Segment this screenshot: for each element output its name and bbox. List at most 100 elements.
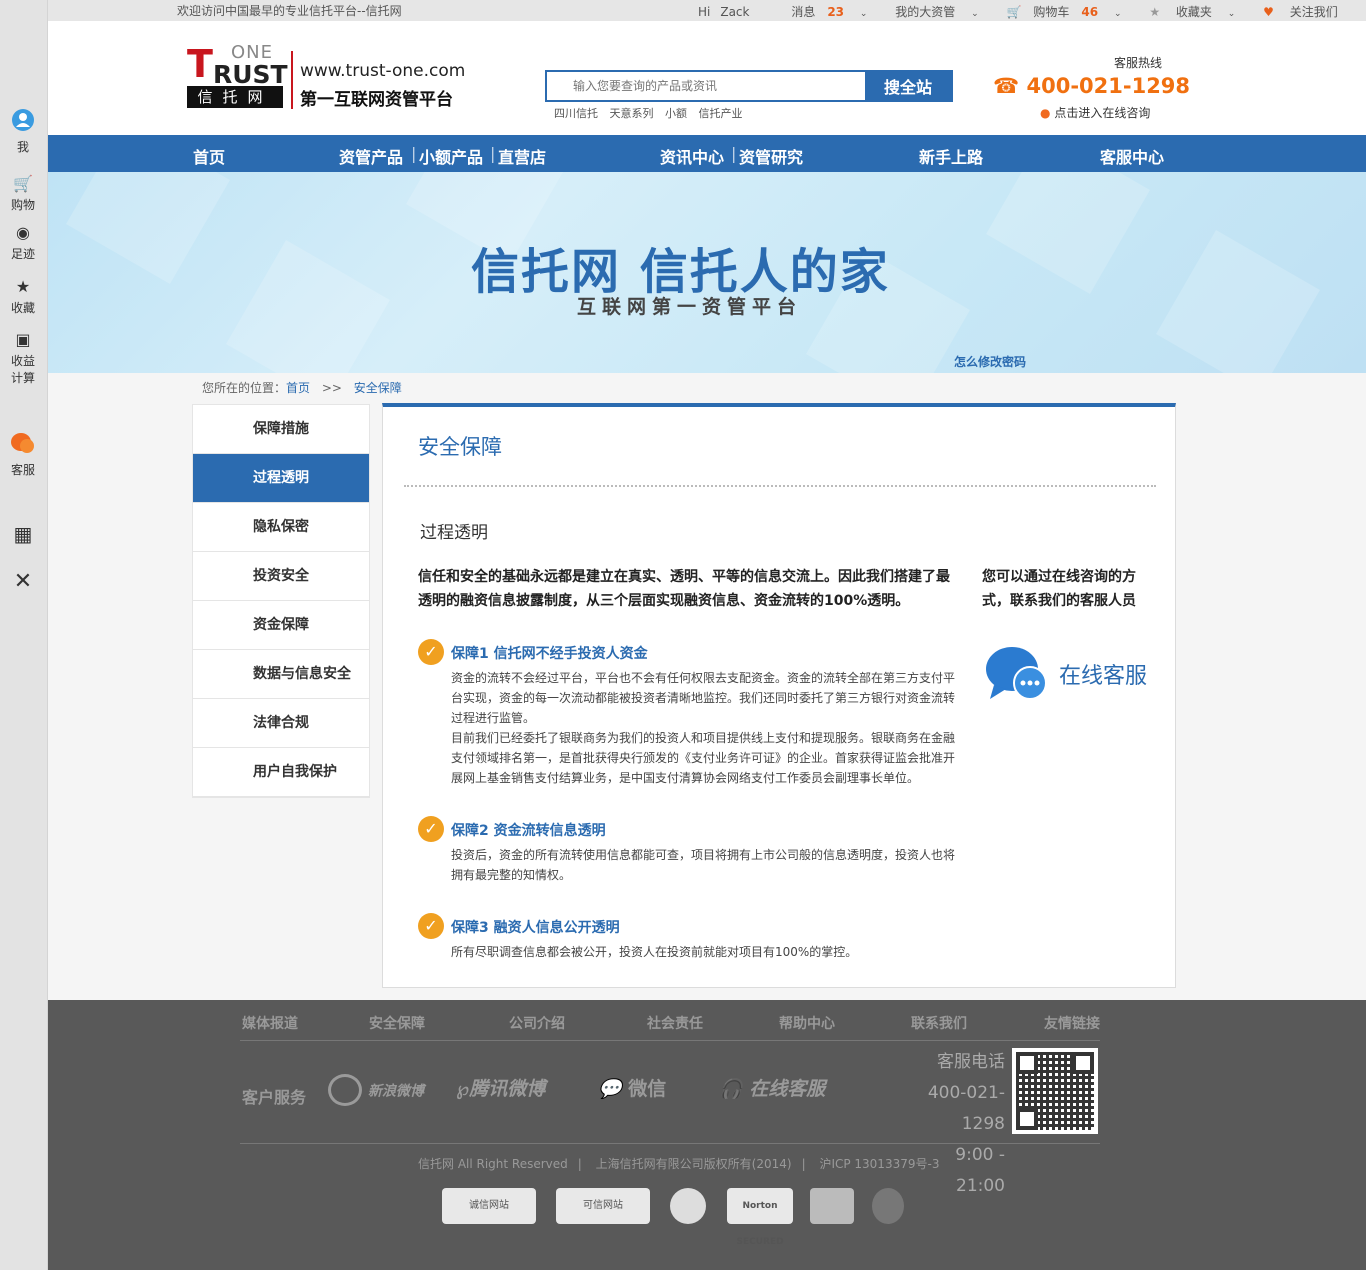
sidebar-label: 收益 <box>10 354 35 368</box>
leftnav-item-investment-safety[interactable]: 投资安全 <box>193 552 369 601</box>
leftnav-item-measures[interactable]: 保障措施 <box>193 405 369 454</box>
sidebar-item-cart[interactable]: 🛒 购物 <box>0 174 46 213</box>
footer-link[interactable]: 公司介绍 <box>509 1013 565 1033</box>
hot-word-link[interactable]: 四川信托 <box>554 107 598 120</box>
norton-badge[interactable]: Norton SECURED <box>727 1188 793 1247</box>
page-title: 安全保障 <box>418 435 502 459</box>
search-input[interactable] <box>547 72 865 100</box>
intro-text: 信任和安全的基础永远都是建立在真实、透明、平等的信息交流上。因此我们搭建了最透明… <box>418 569 950 609</box>
nav-newbie[interactable]: 新手上路 <box>919 144 983 168</box>
footer-link[interactable]: 安全保障 <box>369 1013 425 1033</box>
guarantee-title: 保障2 资金流转信息透明 <box>451 823 606 839</box>
divider <box>404 485 1156 487</box>
star-icon: ★ <box>1149 5 1161 19</box>
tencent-weibo-link[interactable]: ℘腾讯微博 <box>456 1074 545 1101</box>
qr-code-icon[interactable]: ▦ <box>0 524 46 546</box>
hotline-number: ☎ 400-021-1298 <box>993 74 1191 98</box>
hot-word-link[interactable]: 信托产业 <box>699 107 743 120</box>
search-button[interactable]: 搜全站 <box>865 72 951 100</box>
chevron-down-icon: ⌄ <box>971 9 979 19</box>
nav-research[interactable]: 资管研究 <box>739 144 803 168</box>
trusted-badge[interactable]: 可信网站 <box>556 1188 650 1224</box>
sidebar-item-favorites[interactable]: ★ 收藏 <box>0 277 46 316</box>
online-service-button[interactable]: 在线客服 <box>986 645 1156 707</box>
nav-direct-store[interactable]: 直营店 <box>498 144 546 168</box>
footer-link[interactable]: 联系我们 <box>911 1013 967 1033</box>
nav-service-center[interactable]: 客服中心 <box>1100 144 1164 168</box>
nav-small-products[interactable]: 小额产品 <box>419 144 483 168</box>
hot-word-link[interactable]: 天意系列 <box>610 107 654 120</box>
breadcrumb-current[interactable]: 安全保障 <box>354 381 402 395</box>
cart-icon: 🛒 <box>1006 5 1022 19</box>
leftnav-item-data-security[interactable]: 数据与信息安全 <box>193 650 369 699</box>
sidebar-label: 足迹 <box>10 247 35 261</box>
check-icon: ✓ <box>418 913 444 939</box>
shield-badge[interactable] <box>872 1188 904 1224</box>
sidebar-label: 客服 <box>10 463 35 477</box>
footer-link[interactable]: 媒体报道 <box>242 1013 298 1033</box>
favorites-link[interactable]: ★ 收藏夹 ⌄ <box>1149 5 1247 19</box>
chevron-down-icon: ⌄ <box>1113 9 1122 19</box>
star-icon: ★ <box>15 277 31 296</box>
left-nav: 保障措施 过程透明 隐私保密 投资安全 资金保障 数据与信息安全 法律合规 用户… <box>192 404 370 798</box>
nav-home[interactable]: 首页 <box>193 144 225 168</box>
chevron-down-icon: ⌄ <box>859 9 868 19</box>
site-url: www.trust-one.com <box>300 61 466 81</box>
hot-words: 四川信托 天意系列 小额 信托产业 <box>554 105 751 121</box>
chat-icon <box>0 432 46 459</box>
aside-text: 您可以通过在线咨询的方式，联系我们的客服人员 <box>982 569 1136 609</box>
contact-info: 客服电话 400-021-1298 9:00 - 21:00 <box>927 1052 1005 1196</box>
online-consult-link[interactable]: ● 点击进入在线咨询 <box>1040 104 1150 121</box>
cart-link[interactable]: 🛒 购物车 46 ⌄ <box>1006 5 1133 19</box>
leftnav-item-legal[interactable]: 法律合规 <box>193 699 369 748</box>
nav-asset-products[interactable]: 资管产品 <box>339 144 403 168</box>
chevron-down-icon: ⌄ <box>1227 9 1236 19</box>
nav-news[interactable]: 资讯中心 <box>660 144 724 168</box>
welcome-text: 欢迎访问中国最早的专业信托平台--信托网 <box>177 4 402 18</box>
police-badge[interactable] <box>810 1188 854 1224</box>
check-icon: ✓ <box>418 816 444 842</box>
wechat-link[interactable]: 💬 微信 <box>598 1074 666 1101</box>
hot-word-link[interactable]: 小额 <box>665 107 687 120</box>
guarantee-body: 投资后，资金的所有流转使用信息都能可查，项目将拥有上市公司般的信息透明度，投资人… <box>451 848 956 882</box>
sidebar-item-history[interactable]: ◉ 足迹 <box>0 223 46 262</box>
seal-badge[interactable] <box>670 1188 706 1224</box>
weibo-icon <box>328 1074 362 1106</box>
guarantee-body: 资金的流转不会经过平台，平台也不会有任何权限去支配资金。资金的流转全部在第三方支… <box>451 671 956 785</box>
site-logo[interactable]: T ONE RUST 信托网 <box>187 42 288 110</box>
content-panel: 安全保障 过程透明 信任和安全的基础永远都是建立在真实、透明、平等的信息交流上。… <box>382 403 1176 988</box>
follow-link[interactable]: ♥ 关注我们 <box>1263 5 1350 19</box>
username-link[interactable]: Zack <box>720 5 749 19</box>
leftnav-item-fund-security[interactable]: 资金保障 <box>193 601 369 650</box>
sidebar-item-me[interactable]: 我 <box>0 109 46 155</box>
change-password-link[interactable]: 怎么修改密码 <box>954 353 1026 370</box>
wechat-icon: 💬 <box>598 1078 622 1100</box>
cart-icon: 🛒 <box>13 174 33 193</box>
sidebar-label: 我 <box>16 140 29 154</box>
breadcrumb-home[interactable]: 首页 <box>286 381 310 395</box>
nav-divider: | <box>490 144 496 163</box>
leftnav-item-transparency[interactable]: 过程透明 <box>193 454 369 503</box>
user-icon <box>0 109 46 136</box>
breadcrumb: 您所在的位置：首页 >> 安全保障 <box>202 381 402 395</box>
online-service-link[interactable]: 🎧 在线客服 <box>719 1074 825 1101</box>
leftnav-item-self-protection[interactable]: 用户自我保护 <box>193 748 369 797</box>
banner-subtitle: 互联网第一资管平台 <box>577 296 803 318</box>
close-icon[interactable]: ✕ <box>0 571 46 594</box>
leftnav-item-privacy[interactable]: 隐私保密 <box>193 503 369 552</box>
sidebar-item-calculator[interactable]: ▣ 收益 计算 <box>0 330 46 386</box>
messages-count: 23 <box>827 5 845 19</box>
sidebar-label: 购物 <box>10 198 35 212</box>
footer-link[interactable]: 社会责任 <box>647 1013 703 1033</box>
guarantee-body: 所有尽职调查信息都会被公开，投资人在投资前就能对项目有100%的掌控。 <box>451 945 858 959</box>
messages-link[interactable]: 消息 23 ⌄ <box>791 5 879 19</box>
sidebar-item-service[interactable]: 客服 <box>0 432 46 478</box>
footer-link[interactable]: 友情链接 <box>1044 1013 1100 1033</box>
my-assets-link[interactable]: 我的大资管 ⌄ <box>895 5 990 19</box>
weibo-link[interactable]: 新浪微博 <box>328 1074 424 1106</box>
headset-icon: 🎧 <box>719 1078 743 1100</box>
footer-link[interactable]: 帮助中心 <box>779 1013 835 1033</box>
tencent-weibo-icon: ℘ <box>456 1078 470 1100</box>
credit-badge[interactable]: 诚信网站 <box>442 1188 536 1224</box>
check-icon: ✓ <box>418 639 444 665</box>
